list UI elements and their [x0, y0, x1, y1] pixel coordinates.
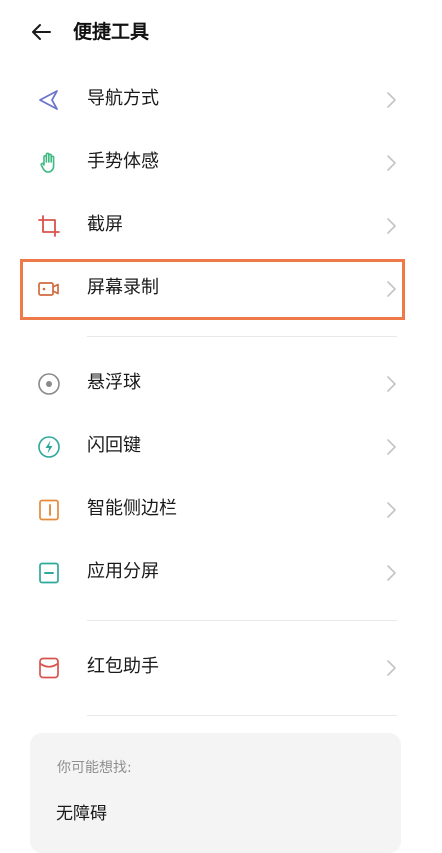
menu-item-screen-recording[interactable]: 屏幕录制 [0, 257, 442, 320]
chevron-right-icon [387, 218, 396, 234]
menu-item-label: 导航方式 [87, 88, 159, 109]
menu-item-label: 红包助手 [87, 656, 159, 677]
menu-item-label: 屏幕录制 [87, 277, 159, 298]
lightning-icon [38, 436, 60, 458]
menu-item-label: 悬浮球 [87, 372, 141, 393]
crop-screenshot-icon [38, 215, 60, 237]
divider [87, 336, 397, 337]
page-title: 便捷工具 [73, 21, 150, 43]
chevron-right-icon [387, 502, 396, 518]
chevron-right-icon [387, 660, 396, 676]
chevron-right-icon [387, 155, 396, 171]
menu-item-label: 智能侧边栏 [87, 498, 177, 519]
chevron-right-icon [387, 439, 396, 455]
back-arrow-icon[interactable] [30, 21, 52, 43]
video-camera-icon [38, 282, 59, 296]
suggestions-title: 你可能想找: [57, 760, 132, 776]
menu-item-red-envelope-assistant[interactable]: 红包助手 [0, 636, 442, 699]
sidebar-icon [39, 499, 59, 521]
menu-item-navigation[interactable]: 导航方式 [0, 68, 442, 131]
menu-item-label: 截屏 [87, 214, 123, 235]
menu-item-screenshot[interactable]: 截屏 [0, 194, 442, 257]
menu-item-label: 手势体感 [87, 151, 159, 172]
menu-item-flashback-key[interactable]: 闪回键 [0, 415, 442, 478]
menu-item-label: 闪回键 [87, 435, 141, 456]
menu-item-split-screen[interactable]: 应用分屏 [0, 541, 442, 604]
floating-ball-icon [38, 373, 60, 395]
hand-gesture-icon [40, 152, 55, 173]
suggestions-card: 你可能想找: 无障碍 [30, 733, 401, 853]
chevron-right-icon [387, 376, 396, 392]
menu-item-smart-sidebar[interactable]: 智能侧边栏 [0, 478, 442, 541]
navigation-arrow-icon [39, 90, 58, 110]
menu-item-label: 应用分屏 [87, 561, 159, 582]
suggestion-link-accessibility[interactable]: 无障碍 [56, 802, 107, 826]
chevron-right-icon [387, 281, 396, 297]
chevron-right-icon [387, 92, 396, 108]
chevron-right-icon [387, 565, 396, 581]
split-screen-icon [39, 562, 59, 584]
red-envelope-icon [39, 657, 59, 679]
menu-item-floating-ball[interactable]: 悬浮球 [0, 352, 442, 415]
menu-item-gesture[interactable]: 手势体感 [0, 131, 442, 194]
header: 便捷工具 [0, 0, 442, 64]
divider [87, 715, 397, 716]
divider [87, 620, 397, 621]
